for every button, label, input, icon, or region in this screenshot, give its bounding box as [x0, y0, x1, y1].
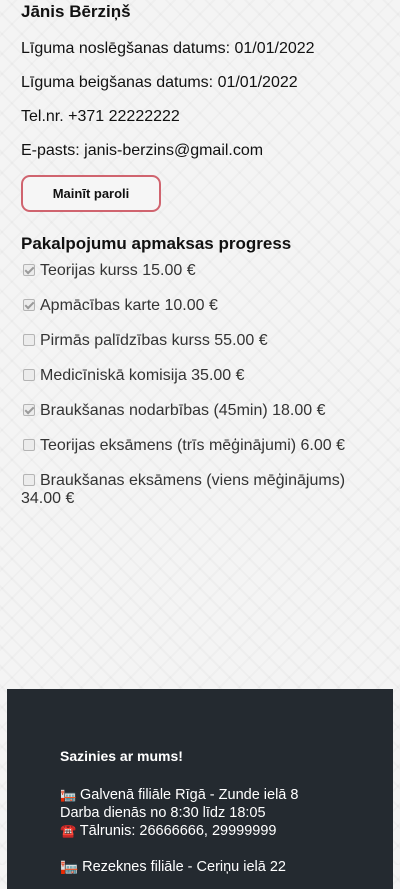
- main-branch-hours: Darba dienās no 8:30 līdz 18:05: [60, 805, 266, 821]
- user-name: Jānis Bērziņš: [21, 2, 131, 21]
- telephone-icon: ☎️: [60, 823, 77, 838]
- list-item: Apmācības karte 10.00 €: [21, 297, 379, 315]
- second-branch-info: 🏣 Rezeknes filiāle - Ceriņu ielā 22: [60, 858, 393, 876]
- main-branch-info: 🏣 Galvenā filiāle Rīgā - Zunde ielā 8 Da…: [60, 786, 393, 840]
- list-item: Braukšanas eksāmens (viens mēģinājums) 3…: [21, 472, 379, 508]
- contact-title: Sazinies ar mums!: [60, 748, 183, 764]
- payment-checkbox[interactable]: [23, 404, 35, 416]
- list-item-label: Pirmās palīdzības kurss 55.00 €: [40, 332, 268, 349]
- contact-footer: Sazinies ar mums! 🏣 Galvenā filiāle Rīgā…: [7, 689, 393, 889]
- list-item: Teorijas kurss 15.00 €: [21, 262, 379, 280]
- list-item: Braukšanas nodarbības (45min) 18.00 €: [21, 402, 379, 420]
- list-item: Teorijas eksāmens (trīs mēģinājumi) 6.00…: [21, 437, 379, 455]
- payment-progress-title: Pakalpojumu apmaksas progress: [21, 234, 292, 253]
- second-branch-address: Rezeknes filiāle - Ceriņu ielā 22: [82, 859, 286, 875]
- post-office-icon: 🏣: [60, 787, 77, 802]
- email-address: E-pasts: janis-berzins@gmail.com: [21, 142, 264, 159]
- list-item-label: Teorijas eksāmens (trīs mēģinājumi) 6.00…: [40, 437, 346, 454]
- payment-checkbox[interactable]: [23, 299, 35, 311]
- payment-progress-list: Teorijas kurss 15.00 € Apmācības karte 1…: [21, 262, 379, 508]
- main-branch-phone: Tālrunis: 26666666, 29999999: [79, 823, 277, 839]
- change-password-button[interactable]: Mainīt paroli: [21, 175, 161, 212]
- list-item-label: Braukšanas nodarbības (45min) 18.00 €: [40, 402, 326, 419]
- list-item-label: Medicīniskā komisija 35.00 €: [40, 367, 245, 384]
- list-item: Medicīniskā komisija 35.00 €: [21, 367, 379, 385]
- list-item-label: Apmācības karte 10.00 €: [40, 297, 218, 314]
- list-item-label: Braukšanas eksāmens (viens mēģinājums) 3…: [21, 472, 346, 507]
- payment-checkbox[interactable]: [23, 334, 35, 346]
- phone-number: Tel.nr. +371 22222222: [21, 108, 180, 125]
- main-branch-address: Galvenā filiāle Rīgā - Zunde ielā 8: [80, 787, 299, 803]
- post-office-icon: 🏣: [60, 859, 79, 875]
- list-item-label: Teorijas kurss 15.00 €: [40, 262, 196, 279]
- payment-checkbox[interactable]: [23, 369, 35, 381]
- payment-checkbox[interactable]: [23, 439, 35, 451]
- profile-section: Jānis Bērziņš Līguma noslēgšanas datums:…: [0, 0, 400, 508]
- payment-checkbox[interactable]: [23, 474, 35, 486]
- contract-start-date: Līguma noslēgšanas datums: 01/01/2022: [21, 40, 315, 57]
- list-item: Pirmās palīdzības kurss 55.00 €: [21, 332, 379, 350]
- payment-checkbox[interactable]: [23, 264, 35, 276]
- contract-end-date: Līguma beigšanas datums: 01/01/2022: [21, 74, 298, 91]
